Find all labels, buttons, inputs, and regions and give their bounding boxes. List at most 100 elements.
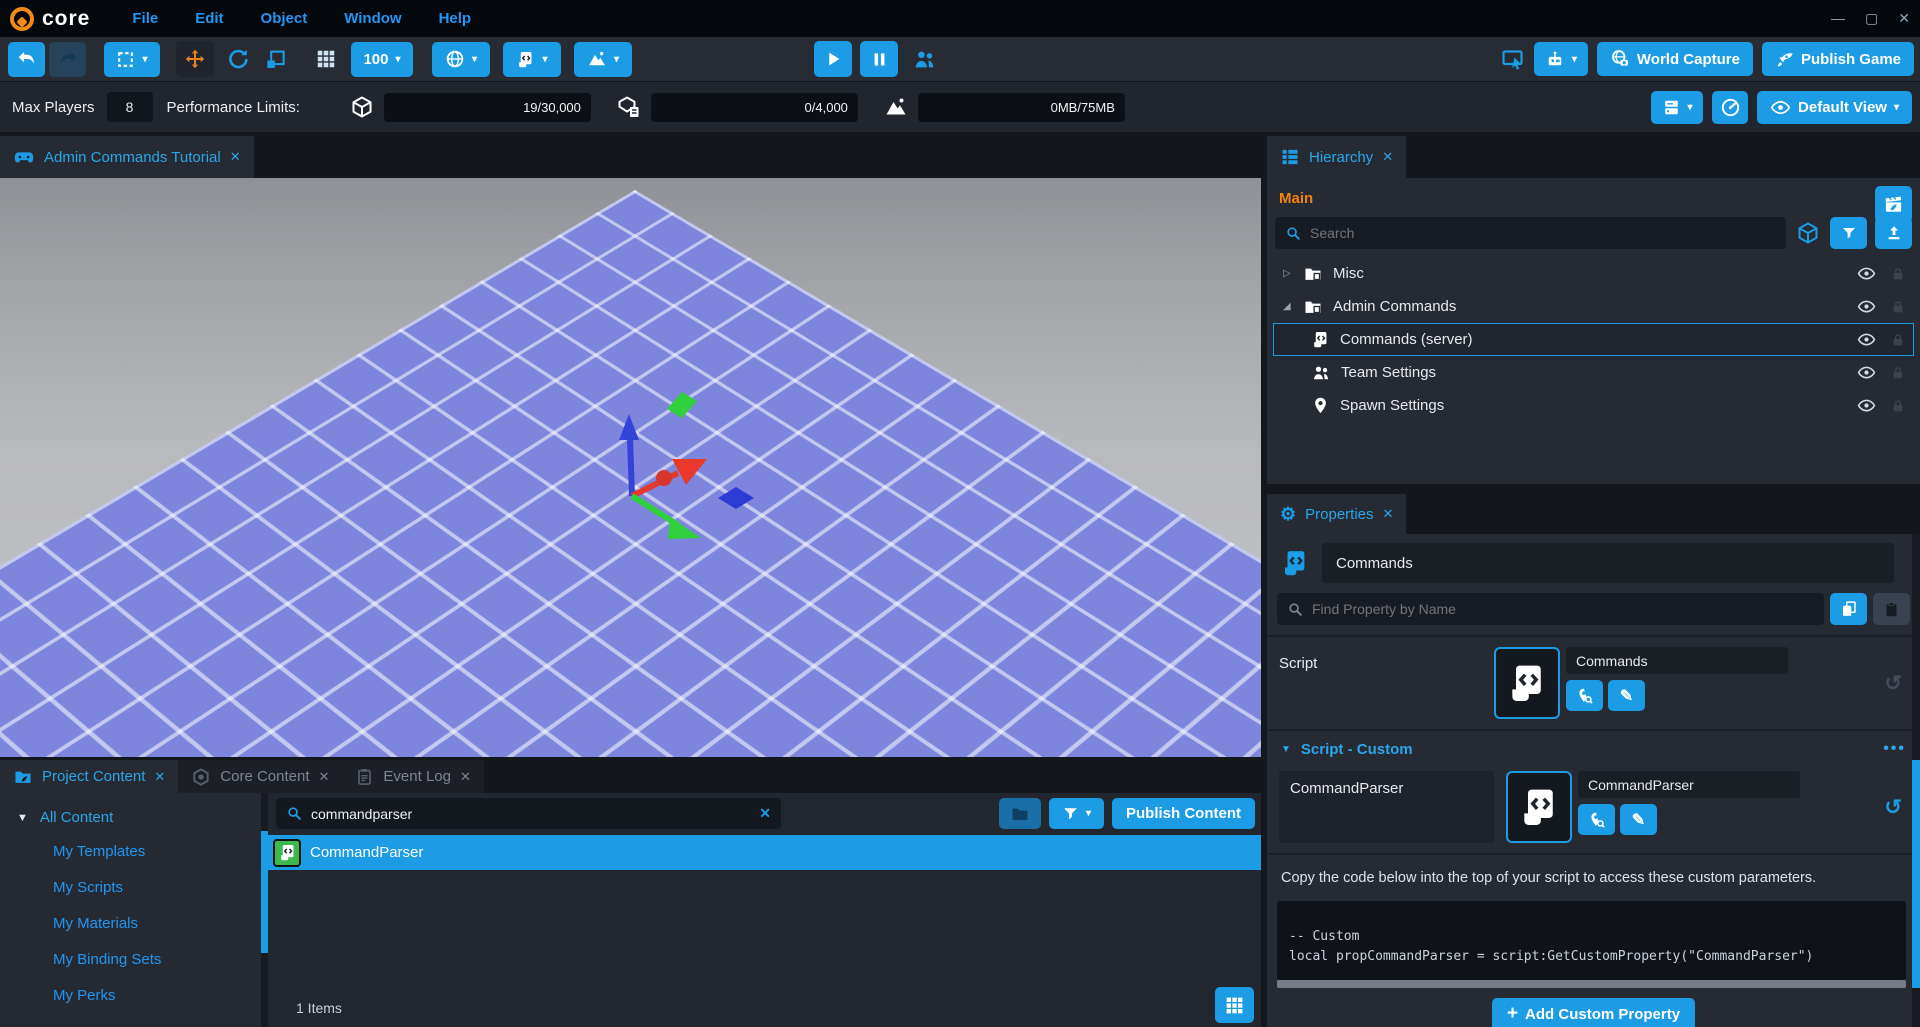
paste-properties-button[interactable] [1873, 593, 1910, 625]
hierarchy-search-box[interactable] [1275, 217, 1786, 249]
minimize-button[interactable]: — [1831, 10, 1845, 27]
menu-help[interactable]: Help [439, 10, 472, 27]
menu-window[interactable]: Window [344, 10, 401, 27]
lock-icon[interactable] [1890, 398, 1906, 414]
visibility-eye-icon[interactable] [1857, 264, 1876, 283]
properties-scrollbar-thumb[interactable] [1912, 760, 1920, 988]
script-dropdown[interactable]: ▾ [503, 42, 561, 77]
find-asset-button[interactable] [1566, 680, 1603, 711]
clear-search-icon[interactable]: ✕ [759, 805, 771, 822]
publish-game-button[interactable]: Publish Game [1762, 42, 1914, 76]
reset-property-icon[interactable]: ↺ [1884, 671, 1908, 696]
hierarchy-row-spawn-settings[interactable]: Spawn Settings [1273, 389, 1914, 422]
tab-scene[interactable]: Admin Commands Tutorial ✕ [0, 136, 254, 178]
close-button[interactable]: ✕ [1898, 10, 1910, 27]
grid-snap-button[interactable] [315, 48, 337, 70]
grid-view-button[interactable] [1215, 987, 1254, 1023]
cinematic-capture-button[interactable] [1875, 186, 1912, 222]
script-asset-slot[interactable] [1494, 647, 1560, 719]
tab-close-icon[interactable]: ✕ [230, 149, 241, 165]
gizmo-y-arrow[interactable] [668, 517, 701, 539]
content-result-row[interactable]: CommandParser [268, 835, 1261, 870]
performance-gauge-button[interactable] [1712, 91, 1748, 124]
copy-properties-button[interactable] [1830, 593, 1867, 625]
tab-close-icon[interactable]: ✕ [1382, 149, 1393, 165]
bot-dropdown[interactable]: ▾ [1534, 42, 1588, 76]
find-asset-button[interactable] [1578, 804, 1615, 835]
visibility-eye-icon[interactable] [1857, 363, 1876, 382]
lock-icon[interactable] [1890, 266, 1906, 282]
select-tool-button[interactable]: ▾ [104, 42, 160, 77]
default-view-dropdown[interactable]: Default View▾ [1757, 91, 1912, 124]
tab-close-icon[interactable]: ✕ [319, 769, 330, 785]
lock-icon[interactable] [1890, 299, 1906, 315]
publish-content-button[interactable]: Publish Content [1112, 798, 1255, 829]
visibility-eye-icon[interactable] [1857, 396, 1876, 415]
gizmo-plane-handle-green[interactable] [667, 392, 697, 418]
script-value-field[interactable]: Commands [1566, 647, 1788, 674]
section-menu-icon[interactable]: ••• [1883, 740, 1906, 758]
lock-icon[interactable] [1890, 332, 1906, 348]
hierarchy-search-input[interactable] [1310, 225, 1776, 241]
tab-hierarchy[interactable]: Hierarchy ✕ [1267, 136, 1406, 178]
tab-properties[interactable]: ⚙ Properties ✕ [1267, 494, 1406, 534]
visibility-eye-icon[interactable] [1857, 297, 1876, 316]
world-capture-button[interactable]: World Capture [1597, 42, 1753, 76]
hierarchy-row-commands-server[interactable]: Commands (server) [1273, 323, 1914, 356]
redo-button[interactable] [49, 42, 86, 77]
section-collapse-icon[interactable]: ▼ [1281, 744, 1291, 755]
tab-event-log[interactable]: Event Log ✕ [342, 760, 483, 793]
tab-close-icon[interactable]: ✕ [154, 769, 165, 785]
hierarchy-row-team-settings[interactable]: Team Settings [1273, 356, 1914, 389]
menu-file[interactable]: File [132, 10, 158, 27]
scale-tool-button[interactable] [264, 48, 287, 71]
sidebar-item-my-scripts[interactable]: My Scripts [0, 870, 261, 906]
move-tool-button[interactable] [176, 41, 214, 77]
multiplayer-preview-button[interactable] [912, 47, 937, 72]
max-players-input[interactable] [107, 92, 153, 122]
tab-close-icon[interactable]: ✕ [460, 769, 471, 785]
menu-edit[interactable]: Edit [195, 10, 223, 27]
expand-triangle-icon[interactable]: ◢ [1283, 301, 1301, 312]
tab-close-icon[interactable]: ✕ [1383, 506, 1394, 522]
lock-icon[interactable] [1890, 365, 1906, 381]
hierarchy-row-admin-commands[interactable]: ◢ Admin Commands [1273, 290, 1914, 323]
content-filter-button[interactable]: ▾ [1049, 798, 1104, 829]
content-search-box[interactable]: ✕ [276, 798, 781, 829]
screen-share-button[interactable] [1501, 47, 1525, 71]
tab-project-content[interactable]: Project Content ✕ [0, 760, 178, 793]
snap-size-dropdown[interactable]: 100▾ [351, 42, 413, 77]
tab-core-content[interactable]: Core Content ✕ [178, 760, 342, 793]
hierarchy-filter-button[interactable] [1830, 217, 1867, 249]
sidebar-item-my-perks[interactable]: My Perks [0, 978, 261, 1014]
reset-property-icon[interactable]: ↺ [1884, 795, 1908, 820]
hierarchy-row-misc[interactable]: ▷ Misc [1273, 257, 1914, 290]
sidebar-item-all-content[interactable]: ▼ All Content [0, 801, 261, 834]
add-custom-property-button[interactable]: + Add Custom Property [1492, 998, 1695, 1027]
pause-button[interactable] [860, 41, 898, 77]
collapse-triangle-icon[interactable]: ▷ [1283, 268, 1301, 279]
object-name-field[interactable]: Commands [1322, 543, 1894, 583]
script-asset-slot[interactable] [1506, 771, 1572, 843]
property-search-box[interactable] [1277, 593, 1824, 625]
visibility-eye-icon[interactable] [1857, 330, 1876, 349]
gizmo-z-arrow[interactable] [619, 414, 639, 440]
restore-button[interactable]: ▢ [1865, 10, 1878, 27]
sidebar-item-my-binding-sets[interactable]: My Binding Sets [0, 942, 261, 978]
viewport-3d[interactable] [0, 178, 1261, 757]
property-search-input[interactable] [1312, 601, 1814, 617]
custom-property-value-field[interactable]: CommandParser [1578, 771, 1800, 798]
world-dropdown[interactable]: ▾ [432, 42, 490, 77]
edit-script-button[interactable]: ✎ [1620, 804, 1657, 835]
script-custom-section-header[interactable]: ▼ Script - Custom ••• [1267, 729, 1920, 767]
menu-object[interactable]: Object [261, 10, 308, 27]
terrain-dropdown[interactable]: ▾ [574, 42, 632, 77]
sidebar-scrollbar-thumb[interactable] [261, 831, 268, 953]
expand-triangle-icon[interactable]: ▼ [17, 812, 28, 824]
rotate-tool-button[interactable] [226, 47, 250, 71]
undo-button[interactable] [8, 42, 45, 77]
browse-folder-button[interactable] [999, 798, 1041, 829]
gizmo-plane-handle-blue[interactable] [718, 487, 754, 509]
code-horizontal-scrollbar[interactable] [1277, 980, 1906, 988]
sidebar-item-my-templates[interactable]: My Templates [0, 834, 261, 870]
